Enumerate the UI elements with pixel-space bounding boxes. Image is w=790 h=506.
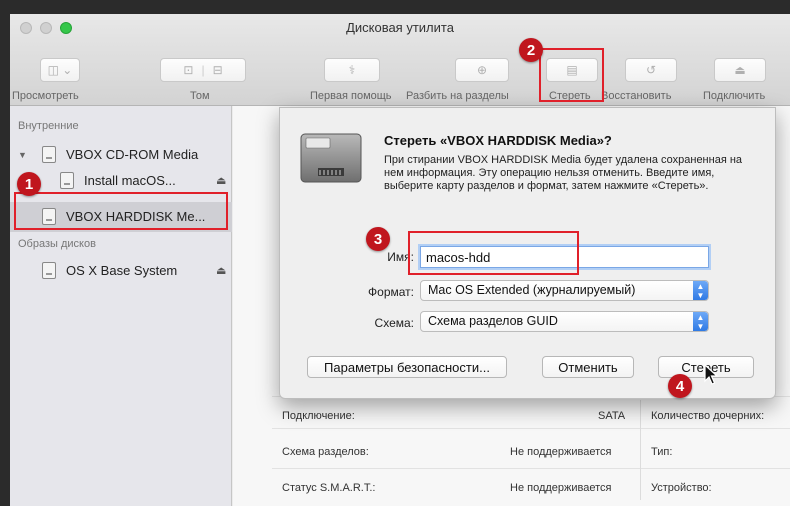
info-label-child-count: Количество дочерних: <box>651 410 765 422</box>
table-divider <box>272 468 790 469</box>
info-label-connection: Подключение: <box>282 410 355 422</box>
add-volume-icon: ⊡ <box>183 63 194 77</box>
info-value-smart-status: Не поддерживается <box>510 482 612 494</box>
sidebar-item-label: Install macOS... <box>84 173 176 188</box>
annotation-badge-3: 3 <box>366 227 390 251</box>
info-label-smart-status: Статус S.M.A.R.T.: <box>282 482 376 494</box>
format-select[interactable]: Mac OS Extended (журналируемый) ▲ ▼ <box>420 280 709 301</box>
toolbar: Дисковая утилита ◫ ⌄ Просмотреть ⊡ | ⊟ Т… <box>10 14 790 106</box>
select-arrows-icon: ▲ ▼ <box>693 281 708 300</box>
volume-label: Том <box>190 90 210 102</box>
restore-button[interactable]: ↺ <box>625 58 677 82</box>
remove-volume-icon: ⊟ <box>212 63 223 77</box>
background-left <box>0 0 10 506</box>
sidebar-section-internal: Внутренние <box>18 120 79 132</box>
sidebar-icon: ◫ ⌄ <box>47 63 73 77</box>
info-label-partition-map: Схема разделов: <box>282 446 369 458</box>
volume-button[interactable]: ⊡ | ⊟ <box>160 58 246 82</box>
sidebar-item-cdrom[interactable]: VBOX CD-ROM Media <box>42 146 198 163</box>
stethoscope-icon: ⚕ <box>348 63 356 77</box>
format-select-value: Mac OS Extended (журналируемый) <box>428 283 636 297</box>
disclosure-triangle-icon[interactable]: ▼ <box>18 150 27 160</box>
window-title: Дисковая утилита <box>346 20 454 35</box>
table-column-divider <box>640 400 641 500</box>
select-arrows-icon: ▲ ▼ <box>693 312 708 331</box>
scheme-select-value: Схема разделов GUID <box>428 314 558 328</box>
restore-icon: ↺ <box>645 63 657 77</box>
annotation-badge-4: 4 <box>668 374 692 398</box>
eject-icon[interactable]: ⏏ <box>216 174 226 187</box>
mount-icon: ⏏ <box>734 63 746 77</box>
dialog-description: При стирании VBOX HARDDISK Media будет у… <box>384 154 743 192</box>
info-value-connection: SATA <box>598 410 626 422</box>
view-label: Просмотреть <box>12 90 79 102</box>
disk-image-icon <box>42 262 56 279</box>
partition-button[interactable]: ⊕ <box>455 58 509 82</box>
format-label: Формат: <box>368 285 414 299</box>
sidebar-item-label: OS X Base System <box>66 263 178 278</box>
restore-label: Восстановить <box>601 90 672 102</box>
eject-icon[interactable]: ⏏ <box>216 264 226 277</box>
volume-icon <box>60 172 74 189</box>
annotation-badge-1: 1 <box>17 172 41 196</box>
sidebar-item-label: VBOX CD-ROM Media <box>66 147 199 162</box>
mouse-cursor-icon <box>704 364 719 385</box>
scheme-label: Схема: <box>374 316 414 330</box>
sidebar-section-disk-images: Образы дисков <box>18 238 96 250</box>
security-options-button[interactable]: Параметры безопасности... <box>307 356 507 378</box>
partition-icon: ⊕ <box>476 63 488 77</box>
background-top <box>0 0 790 14</box>
sidebar-item-os-x-base-system[interactable]: OS X Base System <box>42 262 177 279</box>
annotation-badge-2: 2 <box>519 38 543 62</box>
info-value-partition-map: Не поддерживается <box>510 446 612 458</box>
cancel-button[interactable]: Отменить <box>542 356 634 378</box>
sidebar: Внутренние ▼ VBOX CD-ROM Media Install m… <box>10 106 232 506</box>
scheme-select[interactable]: Схема разделов GUID ▲ ▼ <box>420 311 709 332</box>
annotation-box-3 <box>408 231 579 275</box>
view-button[interactable]: ◫ ⌄ <box>40 58 80 82</box>
hard-drive-icon <box>300 133 362 183</box>
mount-label: Подключить <box>703 90 766 102</box>
info-label-type: Тип: <box>651 446 673 458</box>
partition-label: Разбить на разделы <box>406 90 509 102</box>
table-divider <box>272 428 790 429</box>
first-aid-button[interactable]: ⚕ <box>324 58 380 82</box>
disk-icon <box>42 146 56 163</box>
first-aid-label: Первая помощь <box>310 90 392 102</box>
mount-button[interactable]: ⏏ <box>714 58 766 82</box>
dialog-title: Стереть «VBOX HARDDISK Media»? <box>384 133 612 148</box>
annotation-box-2 <box>539 48 604 102</box>
info-label-device: Устройство: <box>651 482 712 494</box>
name-label: Имя: <box>387 250 414 264</box>
sidebar-item-install-macos[interactable]: Install macOS... <box>60 172 176 189</box>
annotation-box-1 <box>14 192 228 230</box>
